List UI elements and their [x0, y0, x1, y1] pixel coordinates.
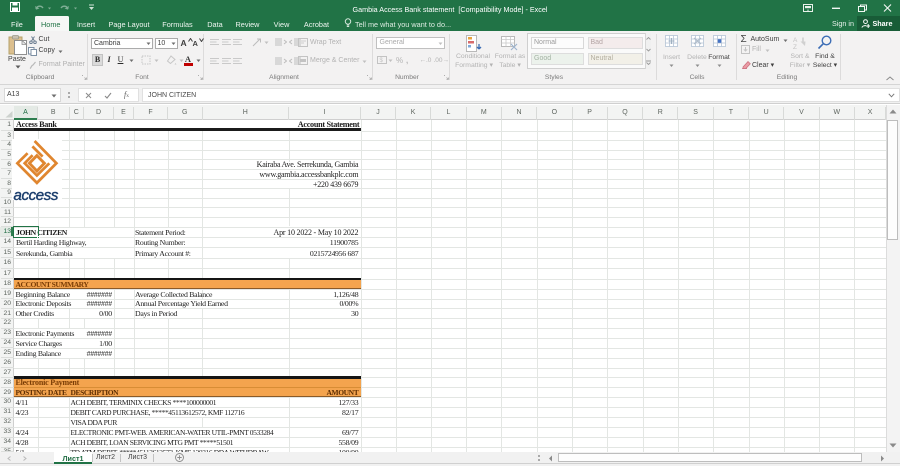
svg-text:Z: Z: [793, 44, 797, 49]
svg-text:A: A: [793, 37, 798, 44]
